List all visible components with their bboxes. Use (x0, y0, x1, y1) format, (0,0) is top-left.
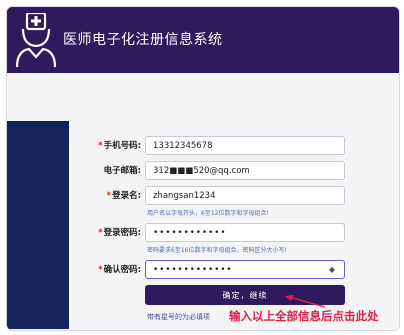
eye-icon[interactable]: ◆ (327, 265, 337, 274)
username-hint: 用户名以字母开头，6至12位数字和字母组合! (147, 210, 269, 217)
confirm-row: *确认密码: ◆ (7, 260, 399, 280)
app-window: 医师电子化注册信息系统 *手机号码: 电子邮箱: *登录名: 用户名以字母开头，… (6, 6, 400, 331)
password-input[interactable] (145, 223, 345, 242)
username-input[interactable] (145, 186, 345, 205)
email-row: 电子邮箱: (7, 161, 399, 181)
password-hint: 密码要求6至16位数字和字母组合，密码区分大小写! (147, 247, 287, 254)
username-label: *登录名: (106, 191, 141, 201)
required-mark: * (106, 191, 112, 201)
doctor-avatar-icon (15, 11, 57, 68)
phone-label: *手机号码: (98, 141, 141, 151)
required-mark: * (98, 265, 103, 275)
confirm-label: *确认密码: (98, 265, 141, 275)
username-row: *登录名: (7, 186, 399, 206)
phone-input[interactable] (145, 136, 345, 155)
required-mark: * (98, 228, 103, 238)
phone-row: *手机号码: (7, 136, 399, 156)
password-row: *登录密码: (7, 223, 399, 243)
app-title: 医师电子化注册信息系统 (63, 32, 223, 48)
confirm-password-input[interactable] (145, 260, 345, 279)
app-header: 医师电子化注册信息系统 (7, 7, 399, 73)
email-label: 电子邮箱: (103, 166, 141, 176)
confirm-continue-button[interactable]: 确定，继续 (145, 285, 345, 305)
password-label: *登录密码: (98, 228, 141, 238)
required-mark: * (98, 141, 103, 151)
required-note: 带有星号的为必填项 (147, 313, 210, 321)
annotation-text: 输入以上全部信息后点击此处 (229, 309, 379, 323)
email-input[interactable] (145, 161, 345, 180)
